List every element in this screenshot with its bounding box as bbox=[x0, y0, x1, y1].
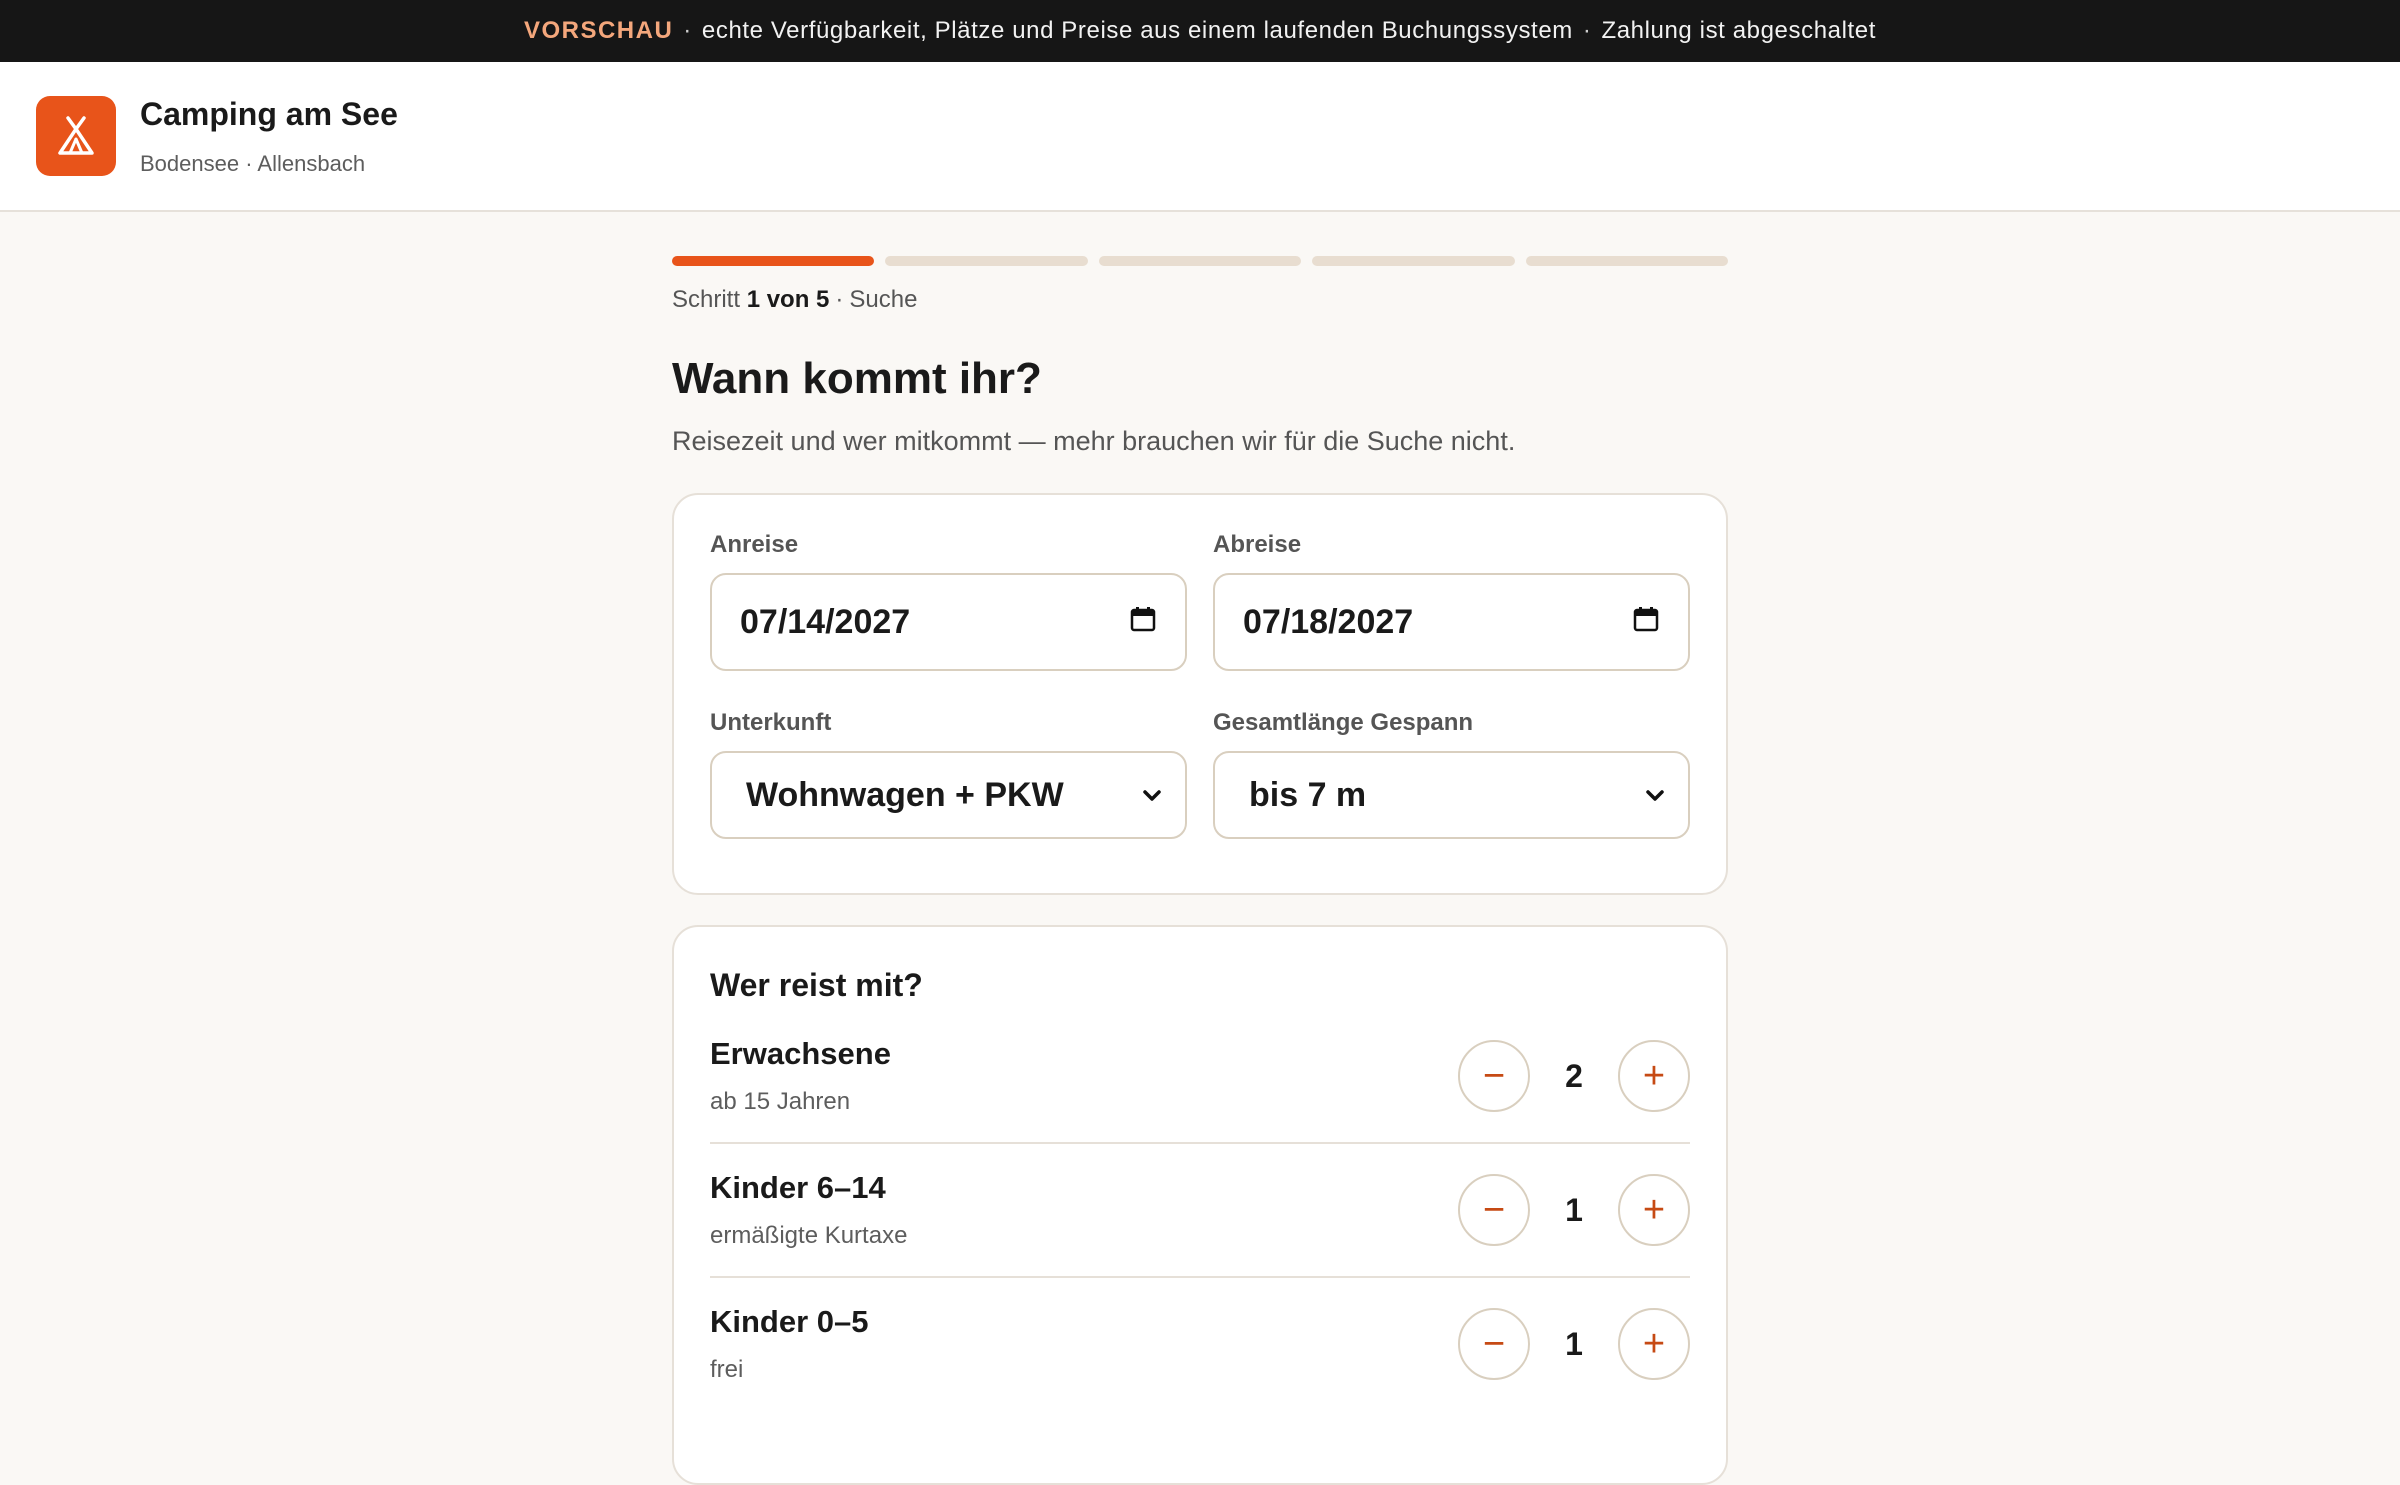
progress-step-1 bbox=[672, 256, 875, 266]
guests-card: Wer reist mit? Erwachsene ab 15 Jahren −… bbox=[672, 925, 1728, 1485]
arrival-field-group: Anreise 07/14/2027 bbox=[710, 531, 1187, 671]
payment-disabled-text: Zahlung ist abgeschaltet bbox=[1601, 17, 1877, 44]
decrement-button[interactable]: − bbox=[1458, 1174, 1530, 1246]
arrival-date-input[interactable]: 07/14/2027 bbox=[710, 573, 1187, 671]
decrement-button[interactable]: − bbox=[1458, 1040, 1530, 1112]
preview-text: echte Verfügbarkeit, Plätze und Preise a… bbox=[701, 17, 1573, 44]
guests-title: Wer reist mit? bbox=[710, 967, 923, 1003]
travel-dates-card: Anreise 07/14/2027 Abreise 07/18/2027 Un… bbox=[672, 493, 1728, 895]
departure-field-group: Abreise 07/18/2027 bbox=[1213, 531, 1690, 671]
progress-step-5 bbox=[1525, 256, 1729, 266]
departure-date-input[interactable]: 07/18/2027 bbox=[1213, 573, 1690, 671]
brand: Camping am See Bodensee · Allensbach bbox=[140, 96, 398, 177]
booking-step-search: Schritt 1 von 5 · Suche Wann kommt ihr? Re… bbox=[672, 256, 1729, 1485]
brand-title: Camping am See bbox=[140, 95, 398, 132]
site-header: Camping am See Bodensee · Allensbach bbox=[0, 62, 2400, 212]
guest-name: Kinder 6–14 bbox=[710, 1170, 886, 1205]
calendar-icon[interactable] bbox=[1632, 603, 1660, 642]
calendar-icon[interactable] bbox=[1129, 603, 1157, 642]
increment-button[interactable]: + bbox=[1618, 1308, 1690, 1380]
accommodation-field-group: Unterkunft Wohnwagen + PKW bbox=[710, 709, 1187, 839]
guest-count: 2 bbox=[1565, 1057, 1583, 1094]
guest-row-children-0-5: Kinder 0–5 frei − 1 + bbox=[710, 1278, 1690, 1410]
length-label: Gesamtlänge Gespann bbox=[1213, 709, 1474, 736]
page-subtitle: Reisezeit und wer mitkommt — mehr brauch… bbox=[672, 426, 1516, 456]
quantity-stepper: − 2 + bbox=[1458, 1040, 1690, 1112]
departure-label: Abreise bbox=[1213, 531, 1302, 558]
accommodation-label: Unterkunft bbox=[710, 709, 832, 736]
chevron-down-icon bbox=[1644, 776, 1666, 815]
guest-note: ab 15 Jahren bbox=[710, 1088, 851, 1115]
guest-note: ermäßigte Kurtaxe bbox=[710, 1222, 908, 1249]
increment-button[interactable]: + bbox=[1618, 1174, 1690, 1246]
increment-button[interactable]: + bbox=[1618, 1040, 1690, 1112]
progress-bar bbox=[672, 256, 1729, 266]
guest-note: frei bbox=[710, 1356, 744, 1383]
decrement-button[interactable]: − bbox=[1458, 1308, 1530, 1380]
length-field-group: Gesamtlänge Gespann bis 7 m bbox=[1213, 709, 1690, 839]
preview-tag: VORSCHAU bbox=[523, 17, 674, 44]
guest-row-children-6-14: Kinder 6–14 ermäßigte Kurtaxe − 1 + bbox=[710, 1144, 1690, 1278]
progress-step-3 bbox=[1098, 256, 1302, 266]
length-select[interactable]: bis 7 m bbox=[1213, 751, 1690, 839]
guest-list: Erwachsene ab 15 Jahren − 2 + Kinder 6–1… bbox=[710, 1010, 1690, 1410]
guest-name: Erwachsene bbox=[710, 1036, 891, 1071]
tent-icon bbox=[36, 96, 116, 176]
preview-banner: VORSCHAU · echte Verfügbarkeit, Plätze u… bbox=[0, 0, 2400, 62]
guest-row-adults: Erwachsene ab 15 Jahren − 2 + bbox=[710, 1010, 1690, 1144]
arrival-label: Anreise bbox=[710, 531, 799, 558]
guest-name: Kinder 0–5 bbox=[710, 1304, 869, 1339]
guest-count: 1 bbox=[1565, 1325, 1583, 1362]
progress-step-2 bbox=[885, 256, 1088, 266]
step-indicator: Schritt 1 von 5 · Suche bbox=[672, 286, 918, 313]
brand-location: Bodensee · Allensbach bbox=[140, 150, 366, 176]
quantity-stepper: − 1 + bbox=[1458, 1308, 1690, 1380]
chevron-down-icon bbox=[1141, 776, 1163, 815]
accommodation-select[interactable]: Wohnwagen + PKW bbox=[710, 751, 1187, 839]
progress-step-4 bbox=[1312, 256, 1515, 266]
page-title: Wann kommt ihr? bbox=[672, 354, 1042, 403]
quantity-stepper: − 1 + bbox=[1458, 1174, 1690, 1246]
guest-count: 1 bbox=[1565, 1191, 1583, 1228]
